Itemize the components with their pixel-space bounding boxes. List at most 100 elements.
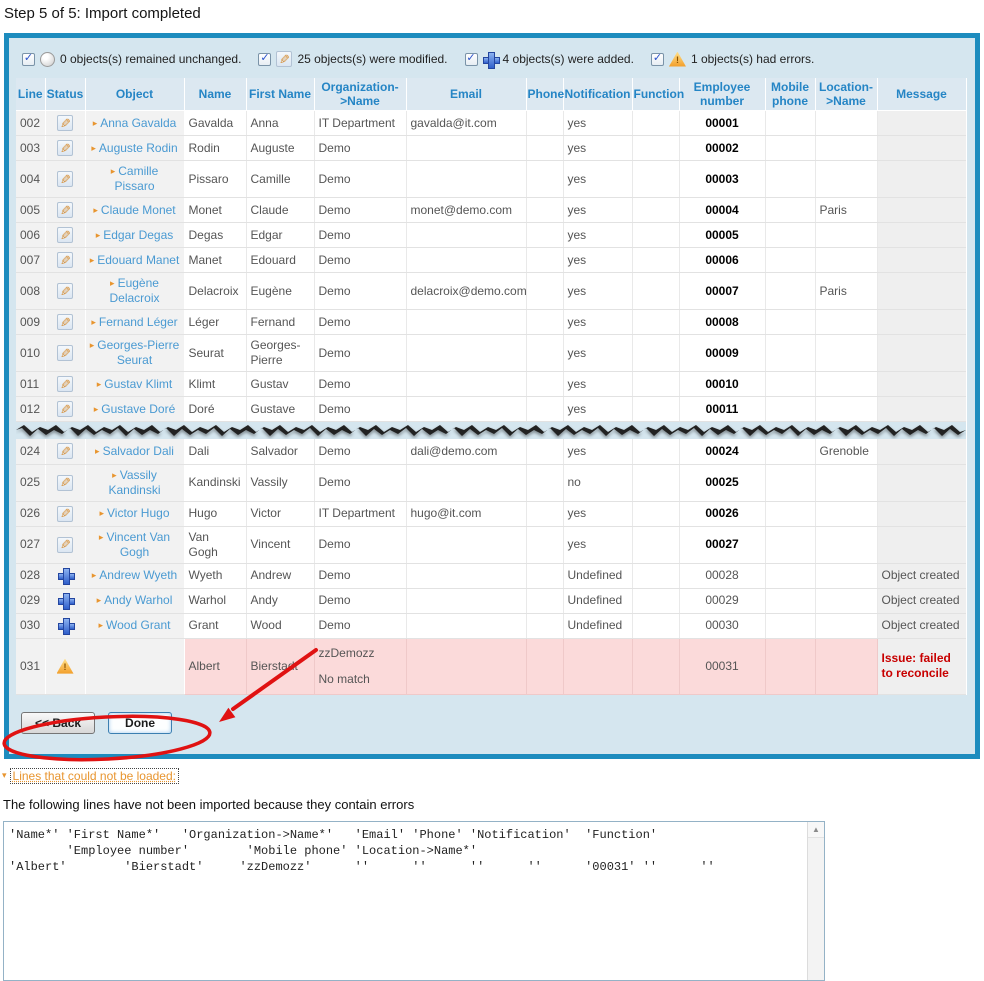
notification-cell: yes — [563, 310, 632, 335]
modified-pencil-icon: ✎ — [57, 140, 73, 156]
organization-cell: Demo — [314, 198, 406, 223]
object-link[interactable]: Eugène Delacroix — [109, 276, 159, 305]
email-cell — [406, 526, 526, 563]
summary-checkbox[interactable]: ✓ — [651, 53, 664, 66]
modified-pencil-icon: ✎ — [57, 115, 73, 131]
employee-number-cell: 00001 — [679, 111, 765, 136]
email-cell — [406, 464, 526, 501]
message-cell — [877, 111, 966, 136]
line-cell: 007 — [16, 248, 45, 273]
object-link[interactable]: Gustave Doré — [101, 402, 175, 416]
employee-number-cell: 00004 — [679, 198, 765, 223]
object-link[interactable]: Wood Grant — [106, 618, 170, 632]
arrow-bullet-icon: ▸ — [111, 166, 116, 176]
summary-checkbox[interactable]: ✓ — [465, 53, 478, 66]
notification-cell: no — [563, 464, 632, 501]
location-cell — [815, 613, 877, 638]
function-cell — [632, 439, 679, 464]
employee-number-cell: 00003 — [679, 161, 765, 198]
first-name-cell: Andy — [246, 588, 314, 613]
arrow-bullet-icon: ▸ — [97, 595, 102, 605]
table-row: 010 ✎ ▸Georges-Pierre Seurat Seurat Geor… — [16, 335, 966, 372]
object-link[interactable]: Edgar Degas — [103, 228, 173, 242]
summary-checkbox[interactable]: ✓ — [258, 53, 271, 66]
first-name-cell: Vincent — [246, 526, 314, 563]
function-cell — [632, 372, 679, 397]
line-cell: 006 — [16, 223, 45, 248]
summary-label: 0 objects(s) remained unchanged. — [60, 52, 241, 66]
name-cell: Gavalda — [184, 111, 246, 136]
mobile-phone-cell — [765, 439, 815, 464]
lines-not-loaded-link[interactable]: Lines that could not be loaded: — [10, 768, 179, 784]
back-button[interactable]: << Back — [21, 712, 95, 734]
arrow-bullet-icon: ▸ — [90, 340, 95, 350]
object-link[interactable]: Anna Gavalda — [100, 116, 176, 130]
object-cell: ▸Gustave Doré — [85, 397, 184, 422]
email-cell — [406, 613, 526, 638]
employee-number-cell: 00025 — [679, 464, 765, 501]
organization-cell: Demo — [314, 588, 406, 613]
function-cell — [632, 501, 679, 526]
name-cell: Manet — [184, 248, 246, 273]
notification-cell: Undefined — [563, 588, 632, 613]
name-cell: Rodin — [184, 136, 246, 161]
function-cell — [632, 136, 679, 161]
first-name-cell: Gustave — [246, 397, 314, 422]
status-cell: ✎ — [45, 335, 85, 372]
arrow-bullet-icon: ▸ — [92, 570, 97, 580]
phone-cell — [526, 372, 563, 397]
object-link[interactable]: Georges-Pierre Seurat — [97, 338, 179, 367]
object-cell: ▸Fernand Léger — [85, 310, 184, 335]
object-link[interactable]: Salvador Dali — [103, 444, 174, 458]
scroll-up-button[interactable]: ▲ — [808, 822, 824, 838]
phone-cell — [526, 335, 563, 372]
line-cell: 027 — [16, 526, 45, 563]
function-cell — [632, 335, 679, 372]
arrow-bullet-icon: ▸ — [99, 508, 104, 518]
object-link[interactable]: Andy Warhol — [104, 593, 172, 607]
raw-lines-text[interactable]: 'Name*' 'First Name*' 'Organization->Nam… — [4, 822, 824, 880]
modified-pencil-icon: ✎ — [57, 202, 73, 218]
object-cell: ▸Edouard Manet — [85, 248, 184, 273]
object-link[interactable]: Camille Pissaro — [114, 164, 158, 193]
status-cell: ✎ — [45, 526, 85, 563]
organization-cell: zzDemozzNo match — [314, 638, 406, 694]
object-link[interactable]: Andrew Wyeth — [99, 568, 177, 582]
object-link[interactable]: Victor Hugo — [107, 506, 169, 520]
column-header: Phone — [526, 78, 563, 111]
modified-pencil-icon: ✎ — [57, 345, 73, 361]
object-link[interactable]: Fernand Léger — [99, 315, 178, 329]
object-link[interactable]: Vincent Van Gogh — [106, 530, 170, 559]
email-cell — [406, 563, 526, 588]
message-cell — [877, 161, 966, 198]
import-result-panel: ✓ 0 objects(s) remained unchanged. ✓ ✎ 2… — [4, 33, 980, 759]
name-cell: Seurat — [184, 335, 246, 372]
object-cell: ▸Andy Warhol — [85, 588, 184, 613]
object-link[interactable]: Edouard Manet — [97, 253, 179, 267]
message-cell — [877, 335, 966, 372]
line-cell: 012 — [16, 397, 45, 422]
torn-edge — [16, 425, 966, 436]
line-cell: 031 — [16, 638, 45, 694]
column-header: Organization-​>Name — [314, 78, 406, 111]
mobile-phone-cell — [765, 613, 815, 638]
message-cell: Object created — [877, 613, 966, 638]
employee-number-cell: 00007 — [679, 273, 765, 310]
organization-cell: Demo — [314, 397, 406, 422]
employee-number-cell: 00009 — [679, 335, 765, 372]
employee-number-cell: 00005 — [679, 223, 765, 248]
location-cell — [815, 111, 877, 136]
object-link[interactable]: Gustav Klimt — [104, 377, 172, 391]
first-name-cell: Anna — [246, 111, 314, 136]
summary-checkbox[interactable]: ✓ — [22, 53, 35, 66]
arrow-bullet-icon: ▸ — [95, 446, 100, 456]
object-link[interactable]: Claude Monet — [101, 203, 176, 217]
object-link[interactable]: Auguste Rodin — [99, 141, 178, 155]
column-header: Location-​>Name — [815, 78, 877, 111]
done-button[interactable]: Done — [108, 712, 172, 734]
table-row: 024 ✎ ▸Salvador Dali Dali Salvador Demo … — [16, 439, 966, 464]
first-name-cell: Wood — [246, 613, 314, 638]
name-cell: Albert — [184, 638, 246, 694]
location-cell — [815, 588, 877, 613]
function-cell — [632, 397, 679, 422]
